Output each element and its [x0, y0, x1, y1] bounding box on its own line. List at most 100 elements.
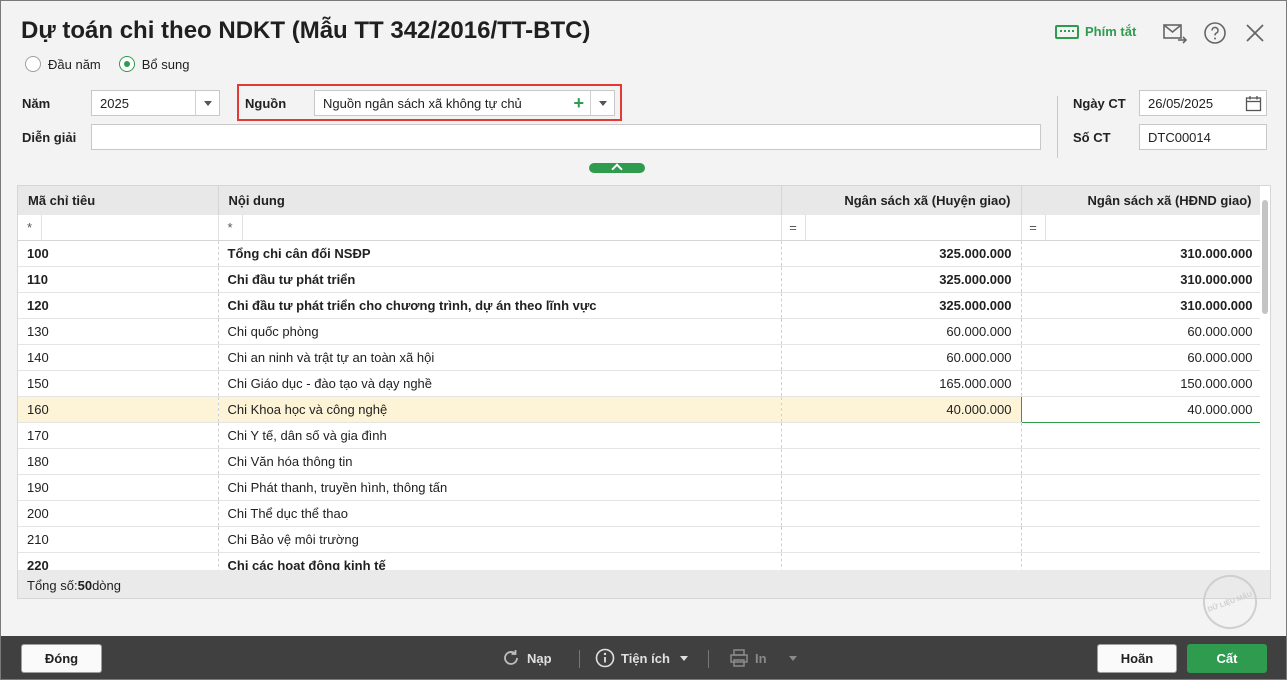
- help-icon[interactable]: [1203, 21, 1227, 45]
- cell-noi-dung[interactable]: Chi Văn hóa thông tin: [218, 448, 782, 475]
- cell-noi-dung[interactable]: Chi Khoa học và công nghệ: [218, 396, 782, 423]
- collapse-form-button[interactable]: [589, 163, 645, 173]
- cell-ma-chi-tieu[interactable]: 120: [18, 292, 219, 319]
- cell-ma-chi-tieu[interactable]: 130: [18, 318, 219, 345]
- filter-operator[interactable]: =: [1022, 215, 1046, 239]
- cell-hdnd-giao[interactable]: 310.000.000: [1021, 266, 1263, 293]
- chevron-down-icon[interactable]: [590, 91, 614, 115]
- cell-huyen-giao[interactable]: [781, 422, 1022, 449]
- cell-noi-dung[interactable]: Chi đầu tư phát triển: [218, 266, 782, 293]
- ngay-ct-value: 26/05/2025: [1148, 95, 1214, 111]
- so-ct-input[interactable]: DTC00014: [1139, 124, 1267, 150]
- cell-huyen-giao[interactable]: [781, 526, 1022, 553]
- table-row[interactable]: 150 Chi Giáo dục - đào tạo và dạy nghề 165…: [18, 370, 1263, 397]
- table-row[interactable]: 110 Chi đầu tư phát triển 325.000.000 310.0…: [18, 266, 1263, 293]
- cell-noi-dung[interactable]: Chi Bảo vệ môi trường: [218, 526, 782, 553]
- cell-hdnd-giao[interactable]: 40.000.000: [1020, 395, 1263, 423]
- close-button[interactable]: Đóng: [21, 644, 102, 673]
- radio-bo-sung[interactable]: Bổ sung: [118, 56, 189, 72]
- cell-huyen-giao[interactable]: 325.000.000: [781, 240, 1022, 267]
- shortcut-button[interactable]: Phím tắt: [1055, 24, 1136, 39]
- filter-huyen-giao[interactable]: =: [781, 215, 1022, 241]
- cell-ma-chi-tieu[interactable]: 160: [18, 396, 219, 423]
- cell-hdnd-giao[interactable]: 310.000.000: [1021, 292, 1263, 319]
- cell-ma-chi-tieu[interactable]: 100: [18, 240, 219, 267]
- filter-operator[interactable]: =: [782, 215, 806, 239]
- dien-giai-input[interactable]: [91, 124, 1041, 150]
- cell-ma-chi-tieu[interactable]: 110: [18, 266, 219, 293]
- cell-noi-dung[interactable]: Chi Phát thanh, truyền hình, thông tấn: [218, 474, 782, 501]
- table-row[interactable]: 200 Chi Thể dục thể thao: [18, 500, 1263, 527]
- cell-hdnd-giao[interactable]: [1021, 526, 1263, 553]
- radio-dau-nam[interactable]: Đầu năm: [25, 56, 101, 72]
- calendar-icon[interactable]: [1245, 95, 1262, 115]
- cell-ma-chi-tieu[interactable]: 180: [18, 448, 219, 475]
- cell-hdnd-giao[interactable]: 60.000.000: [1021, 318, 1263, 345]
- filter-noi-dung[interactable]: *: [218, 215, 782, 241]
- cell-hdnd-giao[interactable]: [1021, 448, 1263, 475]
- col-header-noi-dung[interactable]: Nội dung: [218, 186, 782, 215]
- cell-ma-chi-tieu[interactable]: 140: [18, 344, 219, 371]
- cell-huyen-giao[interactable]: 60.000.000: [781, 318, 1022, 345]
- table-row[interactable]: 120 Chi đầu tư phát triển cho chương trìn…: [18, 292, 1263, 319]
- table-row[interactable]: 140 Chi an ninh và trật tự an toàn xã hội…: [18, 344, 1263, 371]
- cell-huyen-giao[interactable]: 325.000.000: [781, 266, 1022, 293]
- utility-button[interactable]: Tiện ích: [595, 648, 688, 668]
- cell-hdnd-giao[interactable]: 60.000.000: [1021, 344, 1263, 371]
- cell-noi-dung[interactable]: Chi Thể dục thể thao: [218, 500, 782, 527]
- nam-select[interactable]: 2025: [91, 90, 220, 116]
- cell-noi-dung[interactable]: Chi Y tế, dân số và gia đình: [218, 422, 782, 449]
- ngay-ct-input[interactable]: 26/05/2025: [1139, 90, 1267, 116]
- table-row[interactable]: 190 Chi Phát thanh, truyền hình, thông tấ…: [18, 474, 1263, 501]
- filter-operator[interactable]: *: [18, 215, 42, 239]
- cell-ma-chi-tieu[interactable]: 190: [18, 474, 219, 501]
- cell-ma-chi-tieu[interactable]: 200: [18, 500, 219, 527]
- cell-huyen-giao[interactable]: 165.000.000: [781, 370, 1022, 397]
- cell-hdnd-giao[interactable]: 310.000.000: [1021, 240, 1263, 267]
- cell-hdnd-giao[interactable]: [1021, 474, 1263, 501]
- table-row[interactable]: 180 Chi Văn hóa thông tin: [18, 448, 1263, 475]
- nguon-select[interactable]: Nguồn ngân sách xã không tự chủ +: [314, 90, 615, 116]
- cell-ma-chi-tieu[interactable]: 210: [18, 526, 219, 553]
- col-header-hdnd-giao[interactable]: Ngân sách xã (HĐND giao): [1021, 186, 1263, 215]
- cell-huyen-giao[interactable]: 40.000.000: [781, 396, 1022, 423]
- send-mail-icon[interactable]: [1163, 21, 1188, 45]
- cell-noi-dung[interactable]: Tổng chi cân đối NSĐP: [218, 240, 782, 267]
- chevron-down-icon: [788, 655, 797, 661]
- cell-huyen-giao[interactable]: [781, 500, 1022, 527]
- chevron-down-icon[interactable]: [195, 91, 219, 115]
- cell-ma-chi-tieu[interactable]: 150: [18, 370, 219, 397]
- cell-noi-dung[interactable]: Chi Giáo dục - đào tạo và dạy nghề: [218, 370, 782, 397]
- cell-ma-chi-tieu[interactable]: 170: [18, 422, 219, 449]
- col-header-huyen-giao[interactable]: Ngân sách xã (Huyện giao): [781, 186, 1022, 215]
- cell-noi-dung[interactable]: Chi an ninh và trật tự an toàn xã hội: [218, 344, 782, 371]
- cell-hdnd-giao[interactable]: 150.000.000: [1021, 370, 1263, 397]
- cell-huyen-giao[interactable]: 60.000.000: [781, 344, 1022, 371]
- cell-hdnd-giao[interactable]: [1021, 500, 1263, 527]
- cell-huyen-giao[interactable]: [781, 448, 1022, 475]
- filter-operator[interactable]: *: [219, 215, 243, 239]
- cancel-button[interactable]: Hoãn: [1097, 644, 1177, 673]
- table-row[interactable]: 210 Chi Bảo vệ môi trường: [18, 526, 1263, 553]
- filter-ma-chi-tieu[interactable]: *: [18, 215, 219, 241]
- filter-hdnd-giao[interactable]: =: [1021, 215, 1263, 241]
- col-header-ma-chi-tieu[interactable]: Mã chỉ tiêu: [18, 186, 219, 215]
- cell-hdnd-giao[interactable]: [1021, 422, 1263, 449]
- print-button[interactable]: In: [729, 648, 797, 668]
- table-row[interactable]: 170 Chi Y tế, dân số và gia đình: [18, 422, 1263, 449]
- cell-noi-dung[interactable]: Chi quốc phòng: [218, 318, 782, 345]
- reload-button[interactable]: Nạp: [501, 648, 552, 668]
- cell-huyen-giao[interactable]: 325.000.000: [781, 292, 1022, 319]
- bottom-toolbar: Đóng Nạp Tiện ích In Hoãn Cất: [1, 636, 1286, 679]
- save-button[interactable]: Cất: [1187, 644, 1267, 673]
- scrollbar-thumb[interactable]: [1262, 200, 1268, 314]
- table-row[interactable]: 100 Tổng chi cân đối NSĐP 325.000.000 310.0…: [18, 240, 1263, 267]
- close-icon[interactable]: [1243, 21, 1267, 45]
- add-icon[interactable]: +: [573, 93, 584, 113]
- cell-noi-dung[interactable]: Chi đầu tư phát triển cho chương trình, …: [218, 292, 782, 319]
- toolbar-separator: [708, 650, 709, 668]
- vertical-scrollbar[interactable]: [1260, 186, 1270, 598]
- table-row[interactable]: 130 Chi quốc phòng 60.000.000 60.000.000: [18, 318, 1263, 345]
- cell-huyen-giao[interactable]: [781, 474, 1022, 501]
- table-row[interactable]: 160 Chi Khoa học và công nghệ 40.000.000 40…: [18, 395, 1263, 423]
